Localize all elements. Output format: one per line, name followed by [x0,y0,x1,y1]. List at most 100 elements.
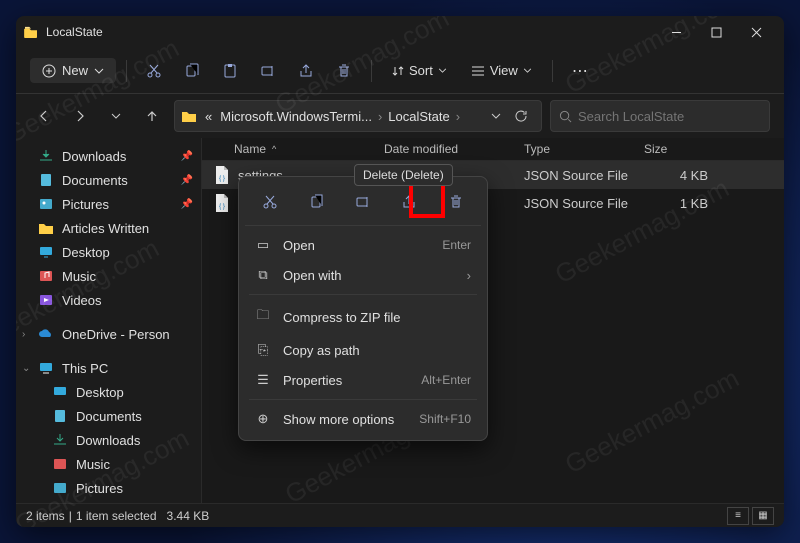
col-name[interactable]: Name^ [202,142,384,156]
chevron-right-icon[interactable]: › [22,329,34,340]
sort-asc-icon: ^ [272,144,276,154]
back-button[interactable] [30,102,58,130]
maximize-button[interactable] [696,18,736,46]
paste-button[interactable] [213,55,247,87]
search-box[interactable] [550,100,770,132]
folder-icon [38,221,54,235]
recent-button[interactable] [102,102,130,130]
search-input[interactable] [578,109,761,124]
videos-icon [38,293,54,307]
sidebar-item-downloads[interactable]: Downloads📌 [16,144,201,168]
sidebar-item-pc-pictures[interactable]: Pictures [16,476,201,500]
ctx-properties[interactable]: ☰PropertiesAlt+Enter [245,365,481,395]
new-button[interactable]: New [30,58,116,83]
downloads-icon [38,149,54,163]
sidebar-item-documents[interactable]: Documents📌 [16,168,201,192]
menu-separator [249,294,477,295]
sidebar-item-videos[interactable]: Videos [16,288,201,312]
pin-icon: 📌 [181,151,193,162]
open-icon: ▭ [255,237,271,253]
ctx-open-with[interactable]: ⧉Open with› [245,260,481,290]
search-icon [559,110,572,123]
ctx-delete-button[interactable] [440,187,472,217]
sidebar-item-articles[interactable]: Articles Written [16,216,201,240]
status-items: 2 items [26,509,65,523]
ctx-copy-button[interactable] [301,187,333,217]
documents-icon [38,173,54,187]
breadcrumb[interactable]: « Microsoft.WindowsTermi... › LocalState… [174,100,542,132]
ctx-open[interactable]: ▭OpenEnter [245,230,481,260]
view-button[interactable]: View [461,58,542,83]
sidebar-item-desktop[interactable]: Desktop [16,240,201,264]
window-title: LocalState [46,25,656,39]
chevron-down-icon [438,68,447,73]
col-date[interactable]: Date modified [384,142,524,156]
chevron-right-icon: › [467,268,471,283]
sidebar-item-pc-documents[interactable]: Documents [16,404,201,428]
json-file-icon: { } [214,166,230,184]
ctx-cut-button[interactable] [254,187,286,217]
chevron-down-icon[interactable]: ⌄ [22,363,34,374]
ctx-rename-button[interactable] [347,187,379,217]
sidebar-item-pc-music[interactable]: Music [16,452,201,476]
svg-text:{ }: { } [219,204,225,210]
share-button[interactable] [289,55,323,87]
menu-separator [249,399,477,400]
breadcrumb-segment[interactable]: Microsoft.WindowsTermi... [216,109,376,124]
delete-button[interactable] [327,55,361,87]
chevron-down-icon [523,68,532,73]
ctx-compress-zip[interactable]: 🗀Compress to ZIP file [245,299,481,335]
copypath-icon: ⎘ [255,342,271,358]
more-button[interactable]: ⋯ [563,55,597,87]
status-selected: 1 item selected [76,509,157,523]
chevron-right-icon: › [454,109,462,124]
toolbar-divider [371,60,372,82]
folder-icon [181,109,197,123]
music-icon [52,457,68,471]
sidebar-item-thispc[interactable]: ⌄This PC [16,356,201,380]
thispc-icon [38,361,54,375]
view-icon [471,65,485,77]
copy-button[interactable] [175,55,209,87]
refresh-button[interactable] [507,102,535,130]
sidebar-item-pc-desktop[interactable]: Desktop [16,380,201,404]
pin-icon: 📌 [181,199,193,210]
address-bar: « Microsoft.WindowsTermi... › LocalState… [16,94,784,138]
cut-button[interactable] [137,55,171,87]
titlebar: LocalState [16,16,784,48]
column-headers: Name^ Date modified Type Size [202,138,784,161]
col-type[interactable]: Type [524,142,644,156]
desktop-icon [38,245,54,259]
sort-icon [392,65,404,77]
address-dropdown[interactable] [485,113,507,119]
toolbar-divider [126,60,127,82]
sort-button[interactable]: Sort [382,58,457,83]
properties-icon: ☰ [255,372,271,388]
sidebar: Downloads📌 Documents📌 Pictures📌 Articles… [16,138,202,503]
close-button[interactable] [736,18,776,46]
thumbnail-view-button[interactable]: ▦ [752,507,774,525]
tooltip: Delete (Delete) [354,164,453,186]
ctx-show-more[interactable]: ⊕Show more optionsShift+F10 [245,404,481,434]
ctx-copy-path[interactable]: ⎘Copy as path [245,335,481,365]
forward-button[interactable] [66,102,94,130]
sidebar-item-pictures[interactable]: Pictures📌 [16,192,201,216]
sidebar-item-onedrive[interactable]: ›OneDrive - Person [16,322,201,346]
up-button[interactable] [138,102,166,130]
plus-circle-icon [42,64,56,78]
breadcrumb-segment[interactable]: LocalState [384,109,453,124]
pictures-icon [38,197,54,211]
more-icon: ⊕ [255,411,271,427]
chevron-down-icon [94,68,104,74]
minimize-button[interactable] [656,18,696,46]
pin-icon: 📌 [181,175,193,186]
sidebar-item-music[interactable]: Music [16,264,201,288]
pictures-icon [52,481,68,495]
toolbar-divider [552,60,553,82]
col-size[interactable]: Size [644,142,724,156]
sidebar-item-pc-downloads[interactable]: Downloads [16,428,201,452]
rename-button[interactable] [251,55,285,87]
ctx-share-button[interactable] [393,187,425,217]
context-menu: ▭OpenEnter ⧉Open with› 🗀Compress to ZIP … [238,176,488,441]
details-view-button[interactable]: ≡ [727,507,749,525]
